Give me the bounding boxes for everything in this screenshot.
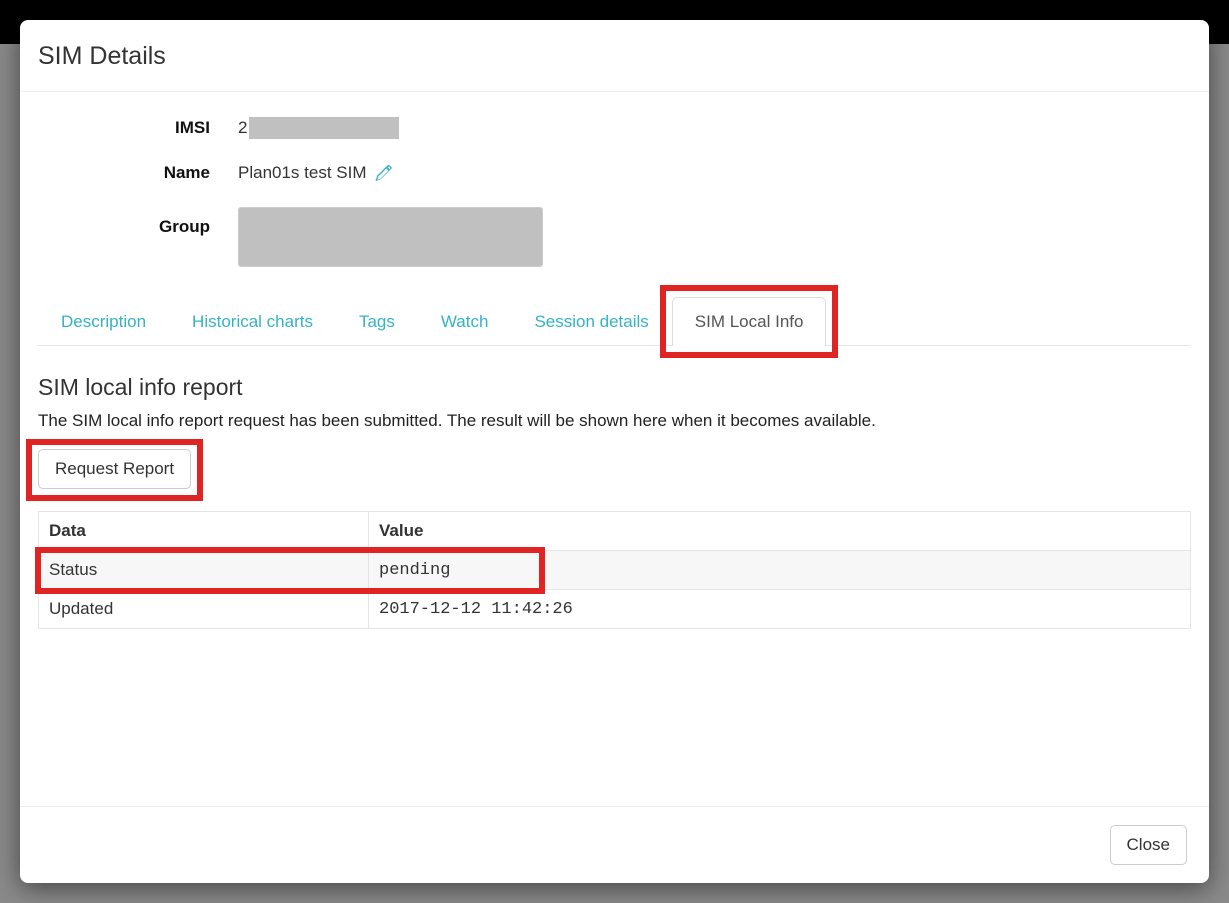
modal-title: SIM Details xyxy=(38,42,1184,71)
request-report-button[interactable]: Request Report xyxy=(38,449,191,489)
table-header-row: Data Value xyxy=(39,512,1191,551)
imsi-value-prefix: 2 xyxy=(238,118,247,138)
tab-tags[interactable]: Tags xyxy=(336,297,418,346)
modal-header: SIM Details xyxy=(20,20,1209,92)
status-label: Status xyxy=(39,551,369,590)
request-report-wrap: Request Report xyxy=(38,449,191,489)
tab-sim-local-info[interactable]: SIM Local Info xyxy=(672,297,827,346)
edit-name-icon[interactable] xyxy=(375,164,393,182)
local-info-table: Data Value Status pending Updated 2017-1… xyxy=(38,511,1191,629)
tabs: Description Historical charts Tags Watch… xyxy=(38,297,1191,346)
group-value xyxy=(238,207,543,267)
modal-footer: Close xyxy=(20,806,1209,883)
name-label: Name xyxy=(38,163,238,183)
name-value-wrap: Plan01s test SIM xyxy=(238,163,393,183)
tab-description[interactable]: Description xyxy=(38,297,169,346)
imsi-row: IMSI 2 xyxy=(38,117,1191,139)
tab-historical-charts[interactable]: Historical charts xyxy=(169,297,336,346)
group-label: Group xyxy=(38,207,238,237)
name-value: Plan01s test SIM xyxy=(238,163,367,183)
pencil-icon xyxy=(375,164,393,182)
updated-value: 2017-12-12 11:42:26 xyxy=(369,590,1191,629)
imsi-label: IMSI xyxy=(38,118,238,138)
local-info-heading: SIM local info report xyxy=(38,374,1191,401)
close-button[interactable]: Close xyxy=(1110,825,1187,865)
tab-watch[interactable]: Watch xyxy=(418,297,512,346)
name-row: Name Plan01s test SIM xyxy=(38,163,1191,183)
group-redacted xyxy=(238,207,543,267)
imsi-redacted xyxy=(249,117,399,139)
modal-body: IMSI 2 Name Plan01s test SIM Group xyxy=(20,92,1209,806)
sim-details-modal: SIM Details IMSI 2 Name Plan01s test SIM xyxy=(20,20,1209,883)
group-row: Group xyxy=(38,207,1191,267)
col-value: Value xyxy=(369,512,1191,551)
table-row-updated: Updated 2017-12-12 11:42:26 xyxy=(39,590,1191,629)
col-data: Data xyxy=(39,512,369,551)
imsi-value: 2 xyxy=(238,117,399,139)
status-value: pending xyxy=(369,551,1191,590)
table-row-status: Status pending xyxy=(39,551,1191,590)
tab-session-details[interactable]: Session details xyxy=(511,297,671,346)
updated-label: Updated xyxy=(39,590,369,629)
local-info-description: The SIM local info report request has be… xyxy=(38,411,1191,431)
